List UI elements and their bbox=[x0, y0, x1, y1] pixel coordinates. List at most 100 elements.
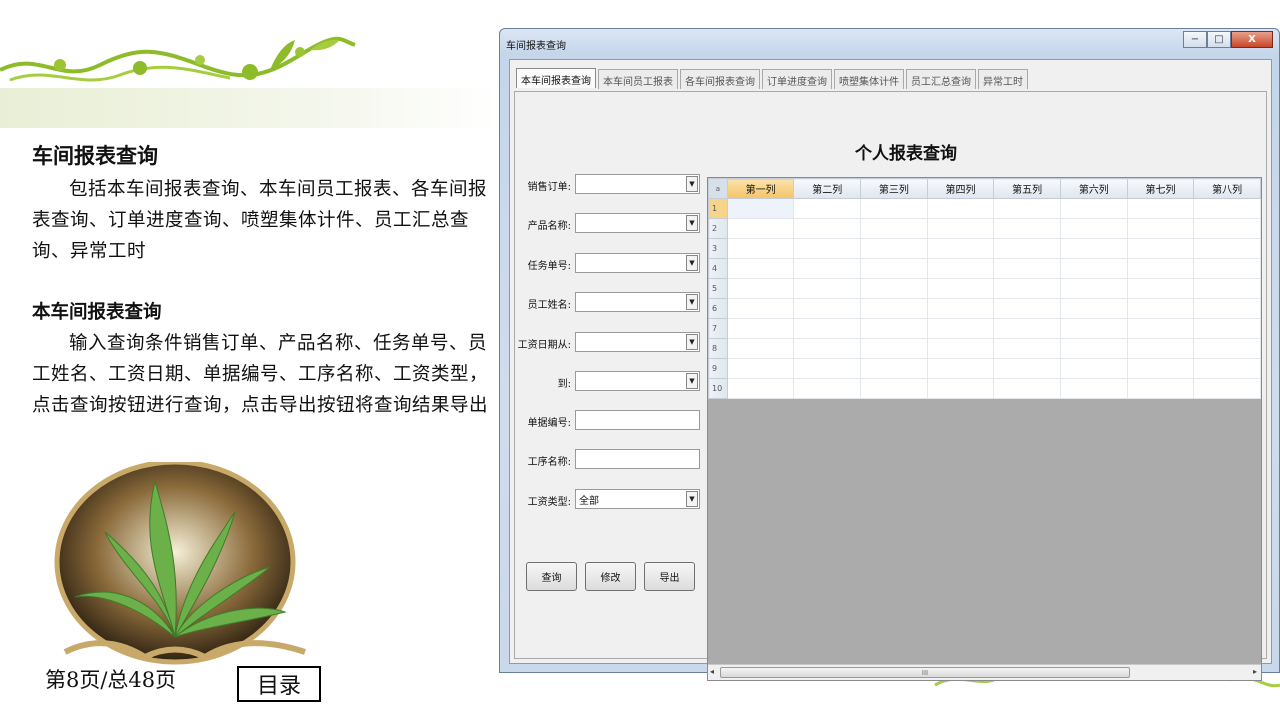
grid-cell[interactable] bbox=[993, 378, 1061, 399]
grid-cell[interactable] bbox=[1126, 298, 1195, 319]
grid-cell[interactable] bbox=[1060, 238, 1128, 259]
grid-cell[interactable] bbox=[1126, 358, 1195, 379]
document-number-input[interactable] bbox=[575, 410, 700, 430]
column-header[interactable]: 第四列 bbox=[926, 178, 995, 199]
grid-cell[interactable] bbox=[1060, 318, 1128, 339]
grid-cell[interactable] bbox=[926, 258, 995, 279]
grid-cell[interactable] bbox=[1060, 198, 1128, 219]
grid-cell[interactable] bbox=[993, 238, 1061, 259]
tab-spray-piecework[interactable]: 喷塑集体计件 bbox=[834, 69, 904, 89]
row-header[interactable]: 8 bbox=[708, 338, 728, 359]
grid-cell[interactable] bbox=[1060, 218, 1128, 239]
column-header[interactable]: 第六列 bbox=[1060, 178, 1128, 199]
grid-cell[interactable] bbox=[793, 278, 862, 299]
grid-cell[interactable] bbox=[860, 198, 928, 219]
grid-cell[interactable] bbox=[1060, 278, 1128, 299]
wage-date-from-combo[interactable]: ▼ bbox=[575, 332, 700, 352]
grid-cell[interactable] bbox=[1126, 258, 1195, 279]
grid-cell[interactable] bbox=[926, 338, 995, 359]
chevron-down-icon[interactable]: ▼ bbox=[686, 255, 698, 271]
row-header[interactable]: 9 bbox=[708, 358, 728, 379]
grid-cell[interactable] bbox=[1126, 218, 1195, 239]
grid-cell[interactable] bbox=[1060, 298, 1128, 319]
chevron-down-icon[interactable]: ▼ bbox=[686, 215, 698, 231]
sales-order-combo[interactable]: ▼ bbox=[575, 174, 700, 194]
table-row[interactable]: 3 bbox=[708, 238, 1261, 259]
grid-corner[interactable]: a bbox=[708, 178, 728, 199]
table-row[interactable]: 7 bbox=[708, 318, 1261, 339]
grid-cell[interactable] bbox=[926, 198, 995, 219]
grid-cell[interactable] bbox=[793, 218, 862, 239]
chevron-down-icon[interactable]: ▼ bbox=[686, 334, 698, 350]
row-header[interactable]: 3 bbox=[708, 238, 728, 259]
grid-cell[interactable] bbox=[726, 378, 795, 399]
wage-date-to-combo[interactable]: ▼ bbox=[575, 371, 700, 391]
grid-cell[interactable] bbox=[993, 278, 1061, 299]
grid-cell[interactable] bbox=[993, 318, 1061, 339]
grid-cell[interactable] bbox=[993, 298, 1061, 319]
grid-cell[interactable] bbox=[926, 238, 995, 259]
column-header[interactable]: 第五列 bbox=[993, 178, 1061, 199]
employee-name-combo[interactable]: ▼ bbox=[575, 292, 700, 312]
table-row[interactable]: 2 bbox=[708, 218, 1261, 239]
tab-abnormal-hours[interactable]: 异常工时 bbox=[978, 69, 1028, 89]
grid-cell[interactable] bbox=[726, 238, 795, 259]
chevron-down-icon[interactable]: ▼ bbox=[686, 176, 698, 192]
row-header[interactable]: 6 bbox=[708, 298, 728, 319]
row-header[interactable]: 5 bbox=[708, 278, 728, 299]
task-number-combo[interactable]: ▼ bbox=[575, 253, 700, 273]
grid-cell[interactable] bbox=[993, 338, 1061, 359]
grid-cell[interactable] bbox=[793, 198, 862, 219]
table-row[interactable]: 4 bbox=[708, 258, 1261, 279]
grid-cell[interactable] bbox=[1193, 258, 1261, 279]
scroll-thumb[interactable]: III bbox=[720, 667, 1130, 678]
grid-cell[interactable] bbox=[793, 318, 862, 339]
modify-button[interactable]: 修改 bbox=[585, 562, 636, 591]
grid-cell[interactable] bbox=[860, 238, 928, 259]
grid-cell[interactable] bbox=[1060, 338, 1128, 359]
grid-cell[interactable] bbox=[726, 338, 795, 359]
grid-cell[interactable] bbox=[1126, 238, 1195, 259]
close-button[interactable]: X bbox=[1231, 31, 1273, 48]
grid-cell[interactable] bbox=[726, 278, 795, 299]
grid-cell[interactable] bbox=[860, 378, 928, 399]
grid-cell[interactable] bbox=[993, 198, 1061, 219]
grid-cell[interactable] bbox=[860, 218, 928, 239]
grid-cell[interactable] bbox=[860, 258, 928, 279]
grid-cell[interactable] bbox=[1126, 318, 1195, 339]
table-row[interactable]: 8 bbox=[708, 338, 1261, 359]
report-grid[interactable]: a 第一列 第二列 第三列 第四列 第五列 第六列 第七列 第八列 1 2 3 … bbox=[707, 177, 1262, 681]
grid-cell[interactable] bbox=[926, 318, 995, 339]
grid-cell[interactable] bbox=[860, 358, 928, 379]
table-row[interactable]: 1 bbox=[708, 198, 1261, 219]
row-header[interactable]: 7 bbox=[708, 318, 728, 339]
grid-cell[interactable] bbox=[993, 218, 1061, 239]
grid-cell[interactable] bbox=[1126, 338, 1195, 359]
maximize-button[interactable]: □ bbox=[1207, 31, 1231, 48]
grid-cell[interactable] bbox=[793, 298, 862, 319]
grid-cell[interactable] bbox=[726, 198, 795, 219]
grid-cell[interactable] bbox=[860, 338, 928, 359]
grid-cell[interactable] bbox=[1060, 358, 1128, 379]
process-name-input[interactable] bbox=[575, 449, 700, 469]
grid-cell[interactable] bbox=[793, 378, 862, 399]
grid-cell[interactable] bbox=[926, 218, 995, 239]
chevron-down-icon[interactable]: ▼ bbox=[686, 373, 698, 389]
scroll-left-icon[interactable]: ◂ bbox=[710, 667, 714, 676]
grid-cell[interactable] bbox=[993, 358, 1061, 379]
grid-cell[interactable] bbox=[926, 298, 995, 319]
table-row[interactable]: 9 bbox=[708, 358, 1261, 379]
grid-cell[interactable] bbox=[726, 298, 795, 319]
grid-cell[interactable] bbox=[726, 358, 795, 379]
grid-cell[interactable] bbox=[1193, 238, 1261, 259]
grid-cell[interactable] bbox=[993, 258, 1061, 279]
grid-cell[interactable] bbox=[1060, 378, 1128, 399]
table-of-contents-button[interactable]: 目录 bbox=[237, 666, 321, 702]
grid-cell[interactable] bbox=[926, 278, 995, 299]
column-header[interactable]: 第七列 bbox=[1126, 178, 1195, 199]
table-row[interactable]: 6 bbox=[708, 298, 1261, 319]
chevron-down-icon[interactable]: ▼ bbox=[686, 491, 698, 507]
grid-cell[interactable] bbox=[726, 258, 795, 279]
grid-cell[interactable] bbox=[726, 218, 795, 239]
grid-cell[interactable] bbox=[860, 278, 928, 299]
